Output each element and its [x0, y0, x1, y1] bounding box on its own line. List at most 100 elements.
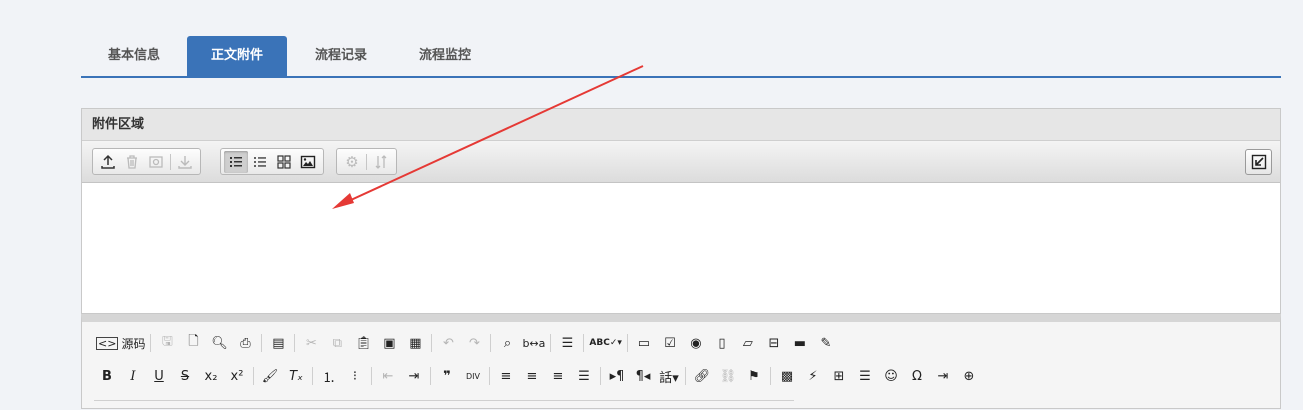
select-field-icon[interactable]: ⊟	[761, 331, 787, 355]
editor-toolbar-row-3	[94, 400, 794, 410]
settings-group: ⚙	[336, 148, 397, 175]
detail-list-icon[interactable]	[224, 150, 248, 173]
text-field-icon[interactable]: ▯	[709, 331, 735, 355]
save-icon[interactable]: 🖫	[154, 331, 180, 355]
print-icon[interactable]: ⎙	[232, 331, 258, 355]
rtl-icon[interactable]: ¶◂	[630, 364, 656, 388]
upload-icon[interactable]	[96, 151, 120, 173]
tab-process-monitor[interactable]: 流程监控	[395, 36, 495, 76]
strikethrough-icon[interactable]: S	[172, 364, 198, 388]
blockquote-icon[interactable]: ❞	[434, 364, 460, 388]
templates-icon[interactable]: ▤	[265, 331, 291, 355]
gear-icon[interactable]: ⚙	[340, 151, 364, 173]
bulleted-list-icon[interactable]: ⁝	[342, 364, 368, 388]
collapse-arrow-icon[interactable]	[1245, 149, 1272, 175]
toolbar-separator	[685, 367, 686, 385]
toolbar-separator	[253, 367, 254, 385]
undo-icon[interactable]: ↶	[435, 331, 461, 355]
sort-icon[interactable]	[369, 151, 393, 173]
cut-icon[interactable]: ✂	[298, 331, 324, 355]
toolbar-separator	[583, 334, 585, 352]
toolbar-separator	[600, 367, 601, 385]
toolbar-separator	[490, 334, 492, 352]
preview-page-icon[interactable]: 🔍︎	[206, 331, 232, 355]
source-code-icon: <>	[96, 336, 119, 350]
copy-icon[interactable]: ⧉	[324, 331, 350, 355]
grid-icon[interactable]	[272, 151, 296, 173]
toolbar-separator	[489, 367, 490, 385]
language-icon[interactable]: 話▾	[656, 364, 682, 388]
page-break-icon[interactable]: ⇥	[930, 364, 956, 388]
redo-icon[interactable]: ↷	[461, 331, 487, 355]
format-painter-icon[interactable]: 🖌︎	[257, 364, 283, 388]
new-page-icon[interactable]: 🗋	[180, 331, 206, 355]
remove-format-icon[interactable]: Tₓ	[283, 364, 309, 388]
toolbar-separator	[366, 153, 367, 170]
toolbar-separator	[312, 367, 313, 385]
numbered-list-icon[interactable]: ⒈	[316, 364, 342, 388]
trash-icon[interactable]	[120, 151, 144, 173]
paste-word-icon[interactable]: ▦	[402, 331, 428, 355]
image-icon[interactable]: ▩	[774, 364, 800, 388]
editor-toolbar-row-2: B I U S x₂ x² 🖌︎ Tₓ ⒈ ⁝ ⇤ ⇥ ❞ DIV ≡ ≡ ≡ …	[94, 363, 982, 389]
toolbar-separator	[170, 153, 171, 170]
superscript-icon[interactable]: x²	[224, 364, 250, 388]
outdent-icon[interactable]: ⇤	[375, 364, 401, 388]
unlink-icon[interactable]: ⛓	[715, 364, 741, 388]
tab-document-attachment[interactable]: 正文附件	[187, 36, 287, 76]
anchor-flag-icon[interactable]: ⚑	[741, 364, 767, 388]
editor-toolbar-row-1: <> 源码 🖫 🗋 🔍︎ ⎙ ▤ ✂ ⧉ 📋︎ ▣ ▦ ↶ ↷ ⌕ b↔a ☰ …	[94, 330, 839, 356]
justify-icon[interactable]: ☰	[571, 364, 597, 388]
button-field-icon[interactable]: ▬	[787, 331, 813, 355]
tab-basic-info[interactable]: 基本信息	[81, 36, 187, 76]
find-icon[interactable]: ⌕	[494, 331, 520, 355]
source-label: 源码	[121, 336, 146, 351]
toolbar-separator	[770, 367, 771, 385]
tab-process-record[interactable]: 流程记录	[287, 36, 395, 76]
special-char-icon[interactable]: Ω	[904, 364, 930, 388]
underline-icon[interactable]: U	[146, 364, 172, 388]
source-button[interactable]: <> 源码	[94, 331, 147, 355]
textarea-icon[interactable]: ▱	[735, 331, 761, 355]
list-icon[interactable]	[248, 151, 272, 173]
flash-icon[interactable]: ⚡	[800, 364, 826, 388]
toolbar-separator	[626, 334, 628, 352]
subscript-icon[interactable]: x₂	[198, 364, 224, 388]
file-actions-group	[92, 148, 201, 175]
iframe-globe-icon[interactable]: ⊕	[956, 364, 982, 388]
radio-icon[interactable]: ◉	[683, 331, 709, 355]
align-left-icon[interactable]: ≡	[493, 364, 519, 388]
toolbar-separator	[150, 334, 152, 352]
image-view-icon[interactable]	[296, 151, 320, 173]
toolbar-separator	[294, 334, 296, 352]
tab-bar: 基本信息 正文附件 流程记录 流程监控	[81, 36, 1281, 78]
attachment-panel-title: 附件区域	[82, 109, 1280, 141]
rich-text-editor: <> 源码 🖫 🗋 🔍︎ ⎙ ▤ ✂ ⧉ 📋︎ ▣ ▦ ↶ ↷ ⌕ b↔a ☰ …	[81, 314, 1281, 409]
smiley-icon[interactable]: ☺	[878, 364, 904, 388]
table-icon[interactable]: ⊞	[826, 364, 852, 388]
form-icon[interactable]: ▭	[631, 331, 657, 355]
align-center-icon[interactable]: ≡	[519, 364, 545, 388]
align-right-icon[interactable]: ≡	[545, 364, 571, 388]
div-container-icon[interactable]: DIV	[460, 364, 486, 388]
paste-text-icon[interactable]: ▣	[376, 331, 402, 355]
download-icon[interactable]	[173, 151, 197, 173]
select-all-icon[interactable]: ☰	[554, 331, 580, 355]
italic-icon[interactable]: I	[120, 364, 146, 388]
attachment-list-area[interactable]	[82, 183, 1280, 313]
replace-icon[interactable]: b↔a	[520, 331, 547, 355]
indent-icon[interactable]: ⇥	[401, 364, 427, 388]
bold-icon[interactable]: B	[94, 364, 120, 388]
toolbar-separator	[550, 334, 552, 352]
hidden-field-icon[interactable]: ✎	[813, 331, 839, 355]
toolbar-separator	[371, 367, 372, 385]
horizontal-line-icon[interactable]: ☰	[852, 364, 878, 388]
preview-icon[interactable]	[144, 151, 168, 173]
ltr-icon[interactable]: ▸¶	[604, 364, 630, 388]
checkbox-icon[interactable]: ☑	[657, 331, 683, 355]
toolbar-separator	[261, 334, 263, 352]
link-icon[interactable]: 🔗︎	[689, 364, 715, 388]
spellcheck-icon[interactable]: ABC✓▾	[587, 331, 624, 355]
attachment-panel: 附件区域 ⚙	[81, 108, 1281, 314]
paste-icon[interactable]: 📋︎	[350, 331, 376, 355]
